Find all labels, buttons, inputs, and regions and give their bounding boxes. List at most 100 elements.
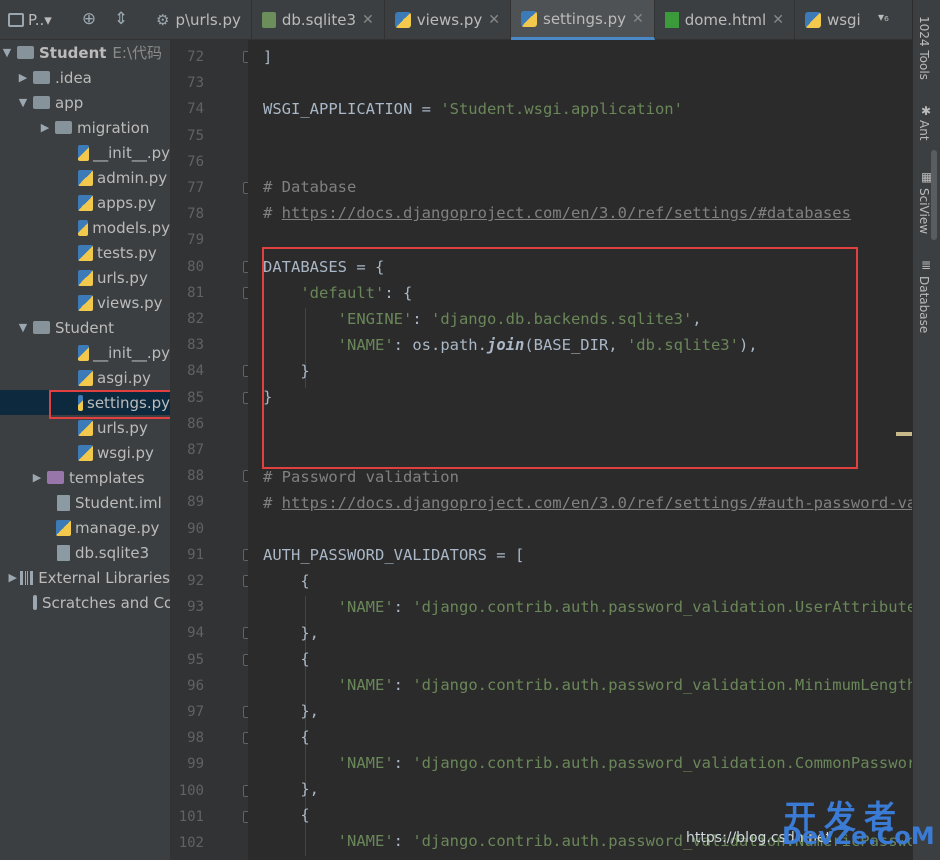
code-line-74: WSGI_APPLICATION = 'Student.wsgi.applica…	[263, 100, 683, 118]
code-line-99: 'NAME': 'django.contrib.auth.password_va…	[337, 754, 912, 772]
tree-item-tests[interactable]: tests.py	[0, 240, 170, 265]
file-icon	[57, 544, 70, 561]
tab-urls[interactable]: ⚙ p\urls.py	[146, 0, 252, 40]
tree-item-student-init[interactable]: __init__.py	[0, 340, 170, 365]
tree-item-label: urls.py	[97, 418, 148, 437]
tab-views[interactable]: views.py ✕	[385, 0, 511, 40]
python-file-icon	[78, 169, 93, 186]
line-number-90: 90	[187, 520, 204, 537]
python-file-icon	[78, 194, 93, 211]
tool-sciview[interactable]: SciView	[917, 188, 931, 234]
code-line-77: # Database	[263, 178, 357, 196]
sqlite-file-icon	[261, 12, 276, 28]
line-number-98: 98	[187, 730, 204, 747]
tree-item-student-pkg[interactable]: ▼ Student	[0, 315, 170, 340]
chevron-right-icon[interactable]: ▶	[8, 571, 17, 584]
chevron-right-icon[interactable]: ▶	[16, 71, 30, 84]
tab-db-sqlite3[interactable]: db.sqlite3 ✕	[252, 0, 385, 40]
tree-item-label: asgi.py	[97, 368, 151, 387]
chevron-down-icon[interactable]: ▼	[16, 321, 30, 334]
tree-item-admin[interactable]: admin.py	[0, 165, 170, 190]
tree-item-app-init[interactable]: __init__.py	[0, 140, 170, 165]
tree-item-label: wsgi.py	[97, 443, 154, 462]
code-line-98: {	[300, 728, 310, 746]
right-tool-strip: 1024 Tools ✱ Ant ▦ SciView ≣ Database	[912, 0, 940, 860]
line-number-80: 80	[187, 258, 204, 275]
gear-icon[interactable]: ⚙	[156, 11, 169, 29]
tabs-overflow-button[interactable]: ▾₆	[878, 10, 889, 24]
tree-item-label: .idea	[55, 68, 92, 87]
line-number-101: 101	[178, 808, 204, 825]
line-number-93: 93	[187, 599, 204, 616]
tree-item-migrations[interactable]: ▶ migration	[0, 115, 170, 140]
folder-icon	[33, 71, 50, 84]
tool-1024-tools[interactable]: 1024 Tools	[917, 16, 931, 80]
tree-item-app-urls[interactable]: urls.py	[0, 265, 170, 290]
editor-tabs: ⚙ p\urls.py db.sqlite3 ✕ views.py ✕ sett…	[146, 0, 871, 40]
ant-icon: ✱	[921, 104, 932, 118]
code-line-97: },	[300, 702, 319, 720]
line-number-77: 77	[187, 180, 204, 196]
docs-link[interactable]: https://docs.djangoproject.com/en/3.0/re…	[282, 494, 912, 512]
chevron-right-icon[interactable]: ▶	[30, 471, 44, 484]
folder-icon	[17, 46, 34, 59]
tree-item-label: urls.py	[97, 268, 148, 287]
python-file-icon	[78, 419, 93, 436]
highlight-box-settings	[49, 390, 180, 419]
tool-database[interactable]: Database	[917, 276, 931, 333]
highlight-box-databases	[262, 247, 858, 469]
tree-item-student-root[interactable]: ▼ Student E:\代码	[0, 40, 170, 65]
crosshair-icon[interactable]: ⊕	[78, 8, 100, 30]
python-file-icon	[78, 244, 93, 261]
line-number-72: 72	[187, 49, 204, 65]
line-number-91: 91	[187, 546, 204, 563]
tab-settings[interactable]: settings.py ✕	[511, 0, 655, 40]
python-file-icon	[78, 344, 90, 361]
chevron-right-icon[interactable]: ▶	[38, 121, 52, 134]
tree-item-label: External Libraries	[38, 568, 170, 587]
collapse-icon[interactable]: ⇕	[110, 8, 132, 30]
close-icon[interactable]: ✕	[362, 12, 374, 28]
code-line-101: {	[300, 806, 310, 824]
tree-item-student-iml[interactable]: Student.iml	[0, 490, 170, 515]
tree-item-label: Scratches and Consoles	[42, 593, 170, 612]
tree-item-external-libraries[interactable]: ▶ External Libraries	[0, 565, 170, 590]
tool-ant[interactable]: Ant	[917, 120, 931, 141]
tab-wsgi[interactable]: wsgi	[795, 0, 871, 40]
tree-item-idea[interactable]: ▶ .idea	[0, 65, 170, 90]
scratches-icon	[33, 595, 37, 610]
docs-link[interactable]: https://docs.djangoproject.com/en/3.0/re…	[282, 204, 851, 222]
python-file-icon	[804, 12, 821, 28]
close-icon[interactable]: ✕	[632, 11, 644, 27]
line-number-74: 74	[187, 101, 204, 118]
line-number-79: 79	[187, 232, 204, 249]
close-icon[interactable]: ✕	[772, 12, 784, 28]
editor-scrollbar[interactable]	[931, 150, 937, 240]
tree-item-db-sqlite3[interactable]: db.sqlite3	[0, 540, 170, 565]
tree-item-wsgi[interactable]: wsgi.py	[0, 440, 170, 465]
line-number-96: 96	[187, 677, 204, 694]
tab-label: p\urls.py	[175, 11, 241, 29]
tree-item-models[interactable]: models.py	[0, 215, 170, 240]
scrollbar-marker[interactable]	[896, 432, 912, 436]
tree-item-label: models.py	[92, 218, 170, 237]
tree-item-templates[interactable]: ▶ templates	[0, 465, 170, 490]
line-number-89: 89	[187, 494, 204, 511]
close-icon[interactable]: ✕	[488, 12, 500, 28]
tab-label: settings.py	[543, 9, 626, 28]
tree-item-apps[interactable]: apps.py	[0, 190, 170, 215]
tab-label: wsgi	[826, 11, 861, 29]
project-view-button[interactable]: P..▾	[8, 6, 52, 34]
chevron-down-icon[interactable]: ▼	[0, 46, 14, 59]
tree-item-app[interactable]: ▼ app	[0, 90, 170, 115]
line-number-81: 81	[187, 284, 204, 301]
chevron-down-icon[interactable]: ▼	[16, 96, 30, 109]
line-number-75: 75	[187, 127, 204, 144]
code-line-100: },	[300, 780, 319, 798]
tab-dome-html[interactable]: dome.html ✕	[655, 0, 795, 40]
tree-item-label: app	[55, 93, 84, 112]
tree-item-views[interactable]: views.py	[0, 290, 170, 315]
tree-item-scratches[interactable]: Scratches and Consoles	[0, 590, 170, 615]
tree-item-asgi[interactable]: asgi.py	[0, 365, 170, 390]
tree-item-manage[interactable]: manage.py	[0, 515, 170, 540]
